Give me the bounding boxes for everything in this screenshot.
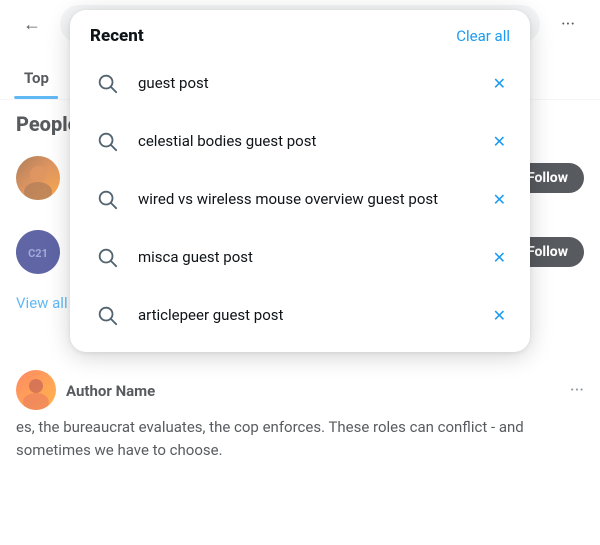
search-history-icon xyxy=(90,124,124,158)
search-item-text: articlepeer guest post xyxy=(138,306,475,324)
search-history-item-3[interactable]: wired vs wireless mouse overview guest p… xyxy=(70,170,530,228)
remove-search-button-3[interactable]: ✕ xyxy=(489,186,510,213)
remove-search-button-1[interactable]: ✕ xyxy=(489,70,510,97)
search-item-text: misca guest post xyxy=(138,248,475,266)
remove-search-button-4[interactable]: ✕ xyxy=(489,244,510,271)
search-history-item-2[interactable]: celestial bodies guest post ✕ xyxy=(70,112,530,170)
search-history-item-1[interactable]: guest post ✕ xyxy=(70,54,530,112)
search-history-item-5[interactable]: articlepeer guest post ✕ xyxy=(70,286,530,344)
remove-search-button-2[interactable]: ✕ xyxy=(489,128,510,155)
search-item-text: guest post xyxy=(138,74,475,92)
dropdown-title: Recent xyxy=(90,26,144,46)
clear-all-button[interactable]: Clear all xyxy=(456,27,510,45)
search-item-text: wired vs wireless mouse overview guest p… xyxy=(138,190,475,208)
dropdown-header: Recent Clear all xyxy=(70,10,530,54)
remove-search-button-5[interactable]: ✕ xyxy=(489,302,510,329)
search-history-icon xyxy=(90,240,124,274)
search-item-text: celestial bodies guest post xyxy=(138,132,475,150)
search-history-item-4[interactable]: misca guest post ✕ xyxy=(70,228,530,286)
search-history-icon xyxy=(90,298,124,332)
search-history-icon xyxy=(90,66,124,100)
search-history-icon xyxy=(90,182,124,216)
recent-search-dropdown: Recent Clear all guest post ✕ celestial … xyxy=(70,10,530,352)
